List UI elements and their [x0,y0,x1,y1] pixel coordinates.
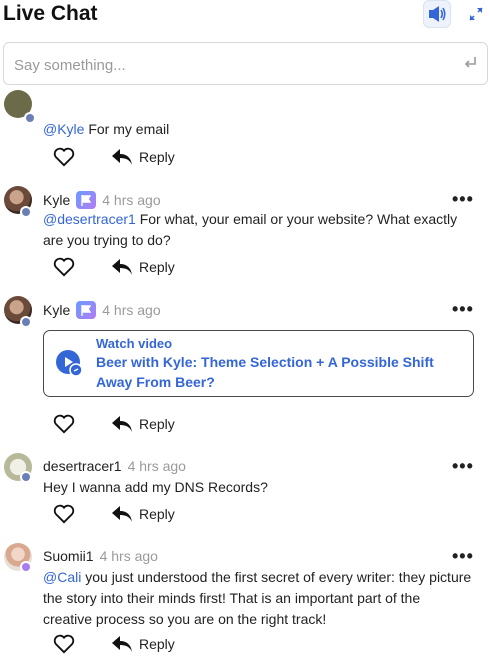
moderator-badge [20,471,32,483]
mention[interactable]: @Kyle [43,121,84,137]
message-text: @Kyle For my email [43,119,473,140]
more-icon[interactable]: ••• [452,457,474,475]
message-actions: Reply [53,413,175,435]
heart-icon[interactable] [53,504,75,524]
reply-label: Reply [139,259,175,275]
chat-input-box [3,42,488,85]
reply-button[interactable]: Reply [111,148,175,166]
moderator-badge [20,316,32,328]
video-kicker: Watch video [96,336,173,351]
chat-message: desertracer1 4 hrs ago ••• Hey I wanna a… [0,453,490,533]
reply-arrow-icon [112,259,132,275]
flag-icon [76,301,97,319]
member-badge [20,561,32,573]
more-icon[interactable]: ••• [452,190,474,208]
message-text: Hey I wanna add my DNS Records? [43,477,473,498]
more-icon[interactable]: ••• [452,547,474,565]
message-meta: Suomii1 4 hrs ago [43,548,158,564]
reply-arrow-icon [112,506,132,522]
sound-icon [429,6,446,22]
play-icon [56,350,83,377]
chat-message: Kyle 4 hrs ago ••• @desertracer1 For wha… [0,186,490,286]
mention[interactable]: @Cali [43,569,81,585]
message-actions: Reply [53,503,175,525]
chat-message: Suomii1 4 hrs ago ••• @Cali you just und… [0,543,490,658]
video-card[interactable]: Watch video Beer with Kyle: Theme Select… [43,330,474,397]
message-actions: Reply [53,146,175,168]
message-text: @Cali you just understood the first secr… [43,567,473,630]
flag-icon [76,191,97,209]
enter-icon[interactable] [463,56,477,70]
username[interactable]: Kyle [43,302,70,318]
reply-arrow-icon [112,416,132,432]
reply-button[interactable]: Reply [111,415,175,433]
more-icon[interactable]: ••• [452,300,474,318]
heart-icon[interactable] [53,257,75,277]
sound-toggle-button[interactable] [423,0,451,28]
timestamp: 4 hrs ago [127,458,186,474]
message-body: you just understood the first secret of … [43,569,472,627]
video-title[interactable]: Beer with Kyle: Theme Selection + A Poss… [96,352,466,392]
timestamp: 4 hrs ago [102,192,161,208]
expand-icon [469,7,483,21]
heart-icon[interactable] [53,147,75,167]
username[interactable]: Kyle [43,192,70,208]
chat-header: Live Chat [0,0,490,34]
expand-button[interactable] [462,0,490,28]
reply-button[interactable]: Reply [111,635,175,653]
moderator-badge [20,206,32,218]
reply-label: Reply [139,636,175,652]
reply-label: Reply [139,416,175,432]
reply-label: Reply [139,149,175,165]
message-actions: Reply [53,633,175,655]
message-actions: Reply [53,256,175,278]
reply-button[interactable]: Reply [111,505,175,523]
moderator-badge [24,112,36,124]
message-body: Hey I wanna add my DNS Records? [43,479,268,495]
reply-arrow-icon [112,636,132,652]
reply-arrow-icon [112,149,132,165]
message-meta: Kyle 4 hrs ago [43,301,161,319]
message-meta: desertracer1 4 hrs ago [43,458,186,474]
username[interactable]: Suomii1 [43,548,94,564]
username[interactable]: desertracer1 [43,458,122,474]
page-title: Live Chat [3,2,98,25]
mention[interactable]: @desertracer1 [43,211,136,227]
chat-message: @Kyle For my email Reply [0,90,490,170]
message-meta: Kyle 4 hrs ago [43,191,161,209]
message-body: For my email [84,121,170,137]
reply-label: Reply [139,506,175,522]
chat-message: Kyle 4 hrs ago ••• Watch video Beer with… [0,296,490,436]
timestamp: 4 hrs ago [102,302,161,318]
chat-input[interactable] [12,52,446,78]
heart-icon[interactable] [53,634,75,654]
heart-icon[interactable] [53,414,75,434]
message-text: @desertracer1 For what, your email or yo… [43,209,473,251]
timestamp: 4 hrs ago [99,548,158,564]
reply-button[interactable]: Reply [111,258,175,276]
